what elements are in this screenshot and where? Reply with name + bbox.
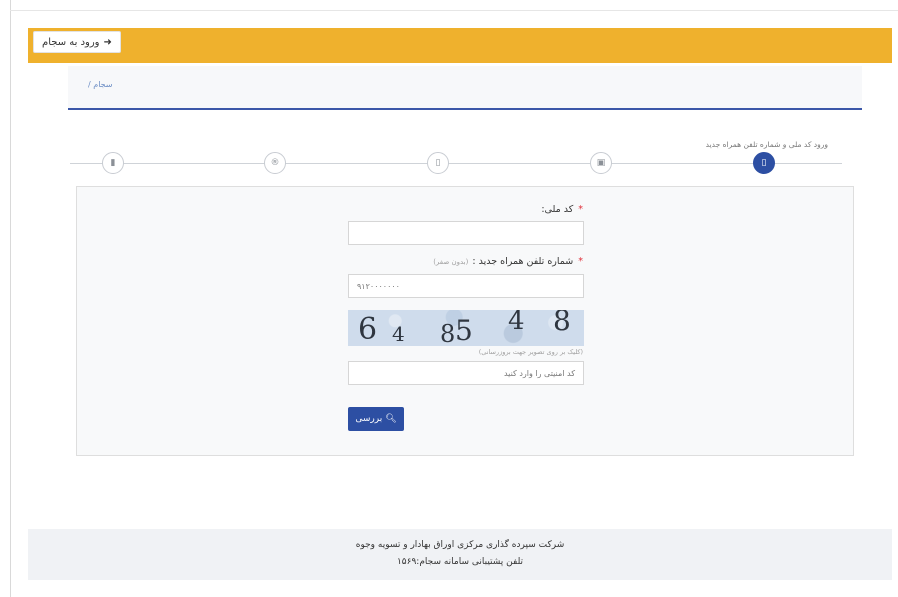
- check-button[interactable]: 🔍︎ بررسی: [348, 407, 404, 431]
- step-file-icon: ▮: [102, 152, 124, 174]
- captcha-glyph: 4: [508, 310, 525, 336]
- breadcrumb-underline: [68, 108, 862, 110]
- captcha-glyph: 8: [553, 310, 571, 337]
- step-mobile-outline-icon: ▯: [427, 152, 449, 174]
- footer-support-phone: تلفن پشتیبانی سامانه سجام:۱۵۶۹: [396, 557, 524, 567]
- phone-hint: (بدون صفر): [433, 258, 469, 266]
- step-caption: ورود کد ملی و شماره تلفن همراه جدید: [705, 140, 828, 149]
- mobile-icon: ▯: [761, 158, 767, 168]
- top-border: [10, 10, 898, 11]
- phone-input[interactable]: ۹۱۲۰۰۰۰۰۰۰: [348, 274, 584, 298]
- national-code-label: *کد ملی:: [541, 204, 583, 215]
- national-code-input[interactable]: [348, 221, 584, 245]
- mobile-outline-icon: ▯: [435, 158, 441, 168]
- header-bar: ➜ ورود به سجام: [28, 28, 892, 63]
- step-money-icon: ▣: [590, 152, 612, 174]
- check-button-label: بررسی: [355, 414, 383, 424]
- captcha-glyph: 6: [358, 312, 378, 346]
- sign-in-icon: ➜: [103, 36, 112, 48]
- form-panel: *کد ملی: *شماره تلفن همراه جدید :(بدون ص…: [76, 186, 854, 456]
- breadcrumb[interactable]: سجام /: [88, 80, 113, 89]
- captcha-glyph: 8: [440, 320, 456, 346]
- step-registered-icon: ®: [264, 152, 286, 174]
- captcha-glyph: 5: [455, 314, 473, 346]
- footer: شرکت سپرده گذاری مرکزی اوراق بهادار و تس…: [28, 529, 892, 580]
- captcha-hint: (کلیک بر روی تصویر جهت بروزرسانی): [478, 348, 583, 356]
- footer-company: شرکت سپرده گذاری مرکزی اوراق بهادار و تس…: [355, 540, 565, 550]
- captcha-image[interactable]: 6 4 8 5 4 8: [348, 310, 584, 346]
- captcha-input[interactable]: کد امنیتی را وارد کنید: [348, 361, 584, 385]
- breadcrumb-panel: سجام /: [68, 66, 862, 110]
- left-border: [10, 0, 11, 597]
- search-icon: 🔍︎: [385, 414, 397, 424]
- stepper-line: [70, 163, 842, 164]
- login-button-label: ورود به سجام: [42, 36, 100, 48]
- captcha-glyph: 4: [392, 322, 405, 346]
- required-mark: *: [578, 204, 583, 215]
- page: ➜ ورود به سجام سجام / ورود کد ملی و شمار…: [0, 0, 898, 597]
- registered-icon: ®: [270, 158, 280, 168]
- money-icon: ▣: [596, 158, 606, 168]
- step-mobile-icon: ▯: [753, 152, 775, 174]
- file-icon: ▮: [110, 158, 116, 168]
- login-button[interactable]: ➜ ورود به سجام: [33, 31, 121, 53]
- required-mark: *: [578, 256, 583, 267]
- phone-label: *شماره تلفن همراه جدید :(بدون صفر): [433, 256, 583, 267]
